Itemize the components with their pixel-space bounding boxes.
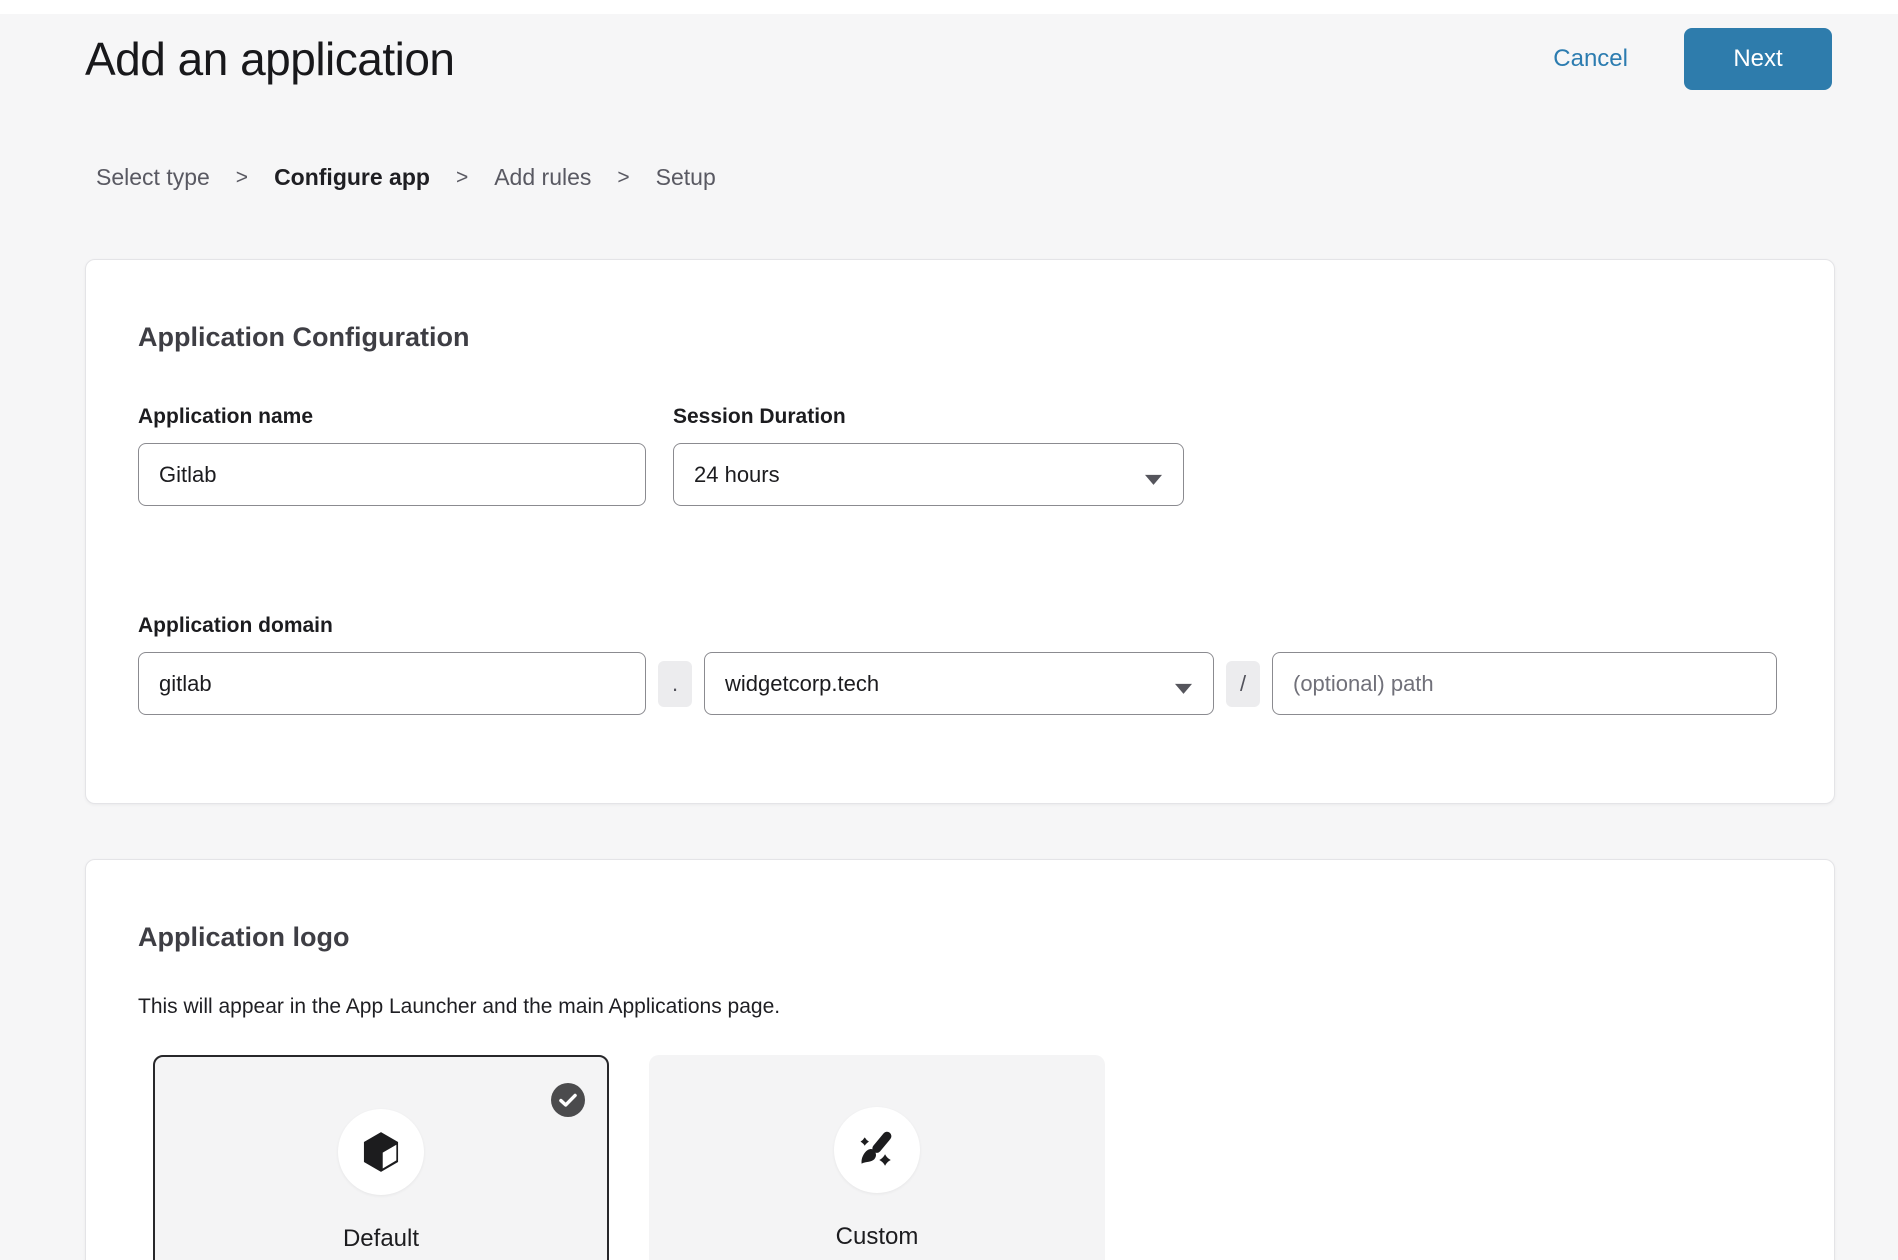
cancel-button[interactable]: Cancel xyxy=(1553,45,1628,73)
breadcrumb-step-setup[interactable]: Setup xyxy=(656,164,716,191)
breadcrumb-separator: > xyxy=(236,166,248,190)
breadcrumb-step-add-rules[interactable]: Add rules xyxy=(494,164,591,191)
app-config-card: Application Configuration Application na… xyxy=(85,259,1835,804)
page-header: Add an application Cancel Next xyxy=(0,14,1898,90)
session-duration-field: Session Duration 24 hours xyxy=(673,405,1184,506)
domain-select-value: widgetcorp.tech xyxy=(725,671,879,697)
app-config-heading: Application Configuration xyxy=(138,322,1782,353)
breadcrumb-step-select-type[interactable]: Select type xyxy=(96,164,210,191)
dot-separator: . xyxy=(658,661,692,707)
application-domain-label: Application domain xyxy=(138,614,1782,638)
app-logo-card: Application logo This will appear in the… xyxy=(85,859,1835,1260)
check-icon xyxy=(551,1083,585,1117)
chevron-down-icon xyxy=(1144,465,1163,491)
subdomain-input[interactable] xyxy=(138,652,646,715)
page-title: Add an application xyxy=(85,32,1553,86)
breadcrumb-separator: > xyxy=(617,166,629,190)
breadcrumb-step-configure-app[interactable]: Configure app xyxy=(274,164,430,191)
custom-logo-circle xyxy=(834,1107,920,1193)
name-session-row: Application name Session Duration 24 hou… xyxy=(138,405,1782,506)
application-name-label: Application name xyxy=(138,405,646,429)
application-name-input[interactable] xyxy=(138,443,646,506)
application-domain-row: . widgetcorp.tech / xyxy=(138,652,1782,715)
top-strip xyxy=(0,0,1898,14)
logo-option-custom[interactable]: Custom xyxy=(649,1055,1105,1260)
breadcrumb-separator: > xyxy=(456,166,468,190)
session-duration-label: Session Duration xyxy=(673,405,1184,429)
default-logo-circle xyxy=(338,1109,424,1195)
slash-separator: / xyxy=(1226,661,1260,707)
session-duration-value: 24 hours xyxy=(694,462,780,488)
add-application-page: Add an application Cancel Next Select ty… xyxy=(0,0,1898,1260)
chevron-down-icon xyxy=(1174,674,1193,700)
logo-option-default[interactable]: Default xyxy=(153,1055,609,1260)
app-logo-description: This will appear in the App Launcher and… xyxy=(138,995,1782,1019)
next-button[interactable]: Next xyxy=(1684,28,1832,90)
logo-options-row: Default Custom xyxy=(153,1055,1782,1260)
session-duration-select[interactable]: 24 hours xyxy=(673,443,1184,506)
logo-option-label: Custom xyxy=(836,1223,919,1251)
paintbrush-icon xyxy=(854,1127,900,1173)
check-badge xyxy=(551,1083,585,1117)
app-logo-heading: Application logo xyxy=(138,922,1782,953)
logo-option-label: Default xyxy=(343,1225,419,1253)
domain-select[interactable]: widgetcorp.tech xyxy=(704,652,1214,715)
breadcrumb: Select type > Configure app > Add rules … xyxy=(0,164,1898,191)
cube-icon xyxy=(358,1129,404,1175)
application-domain-field: Application domain . widgetcorp.tech / xyxy=(138,614,1782,715)
path-input[interactable] xyxy=(1272,652,1777,715)
application-name-field: Application name xyxy=(138,405,646,506)
